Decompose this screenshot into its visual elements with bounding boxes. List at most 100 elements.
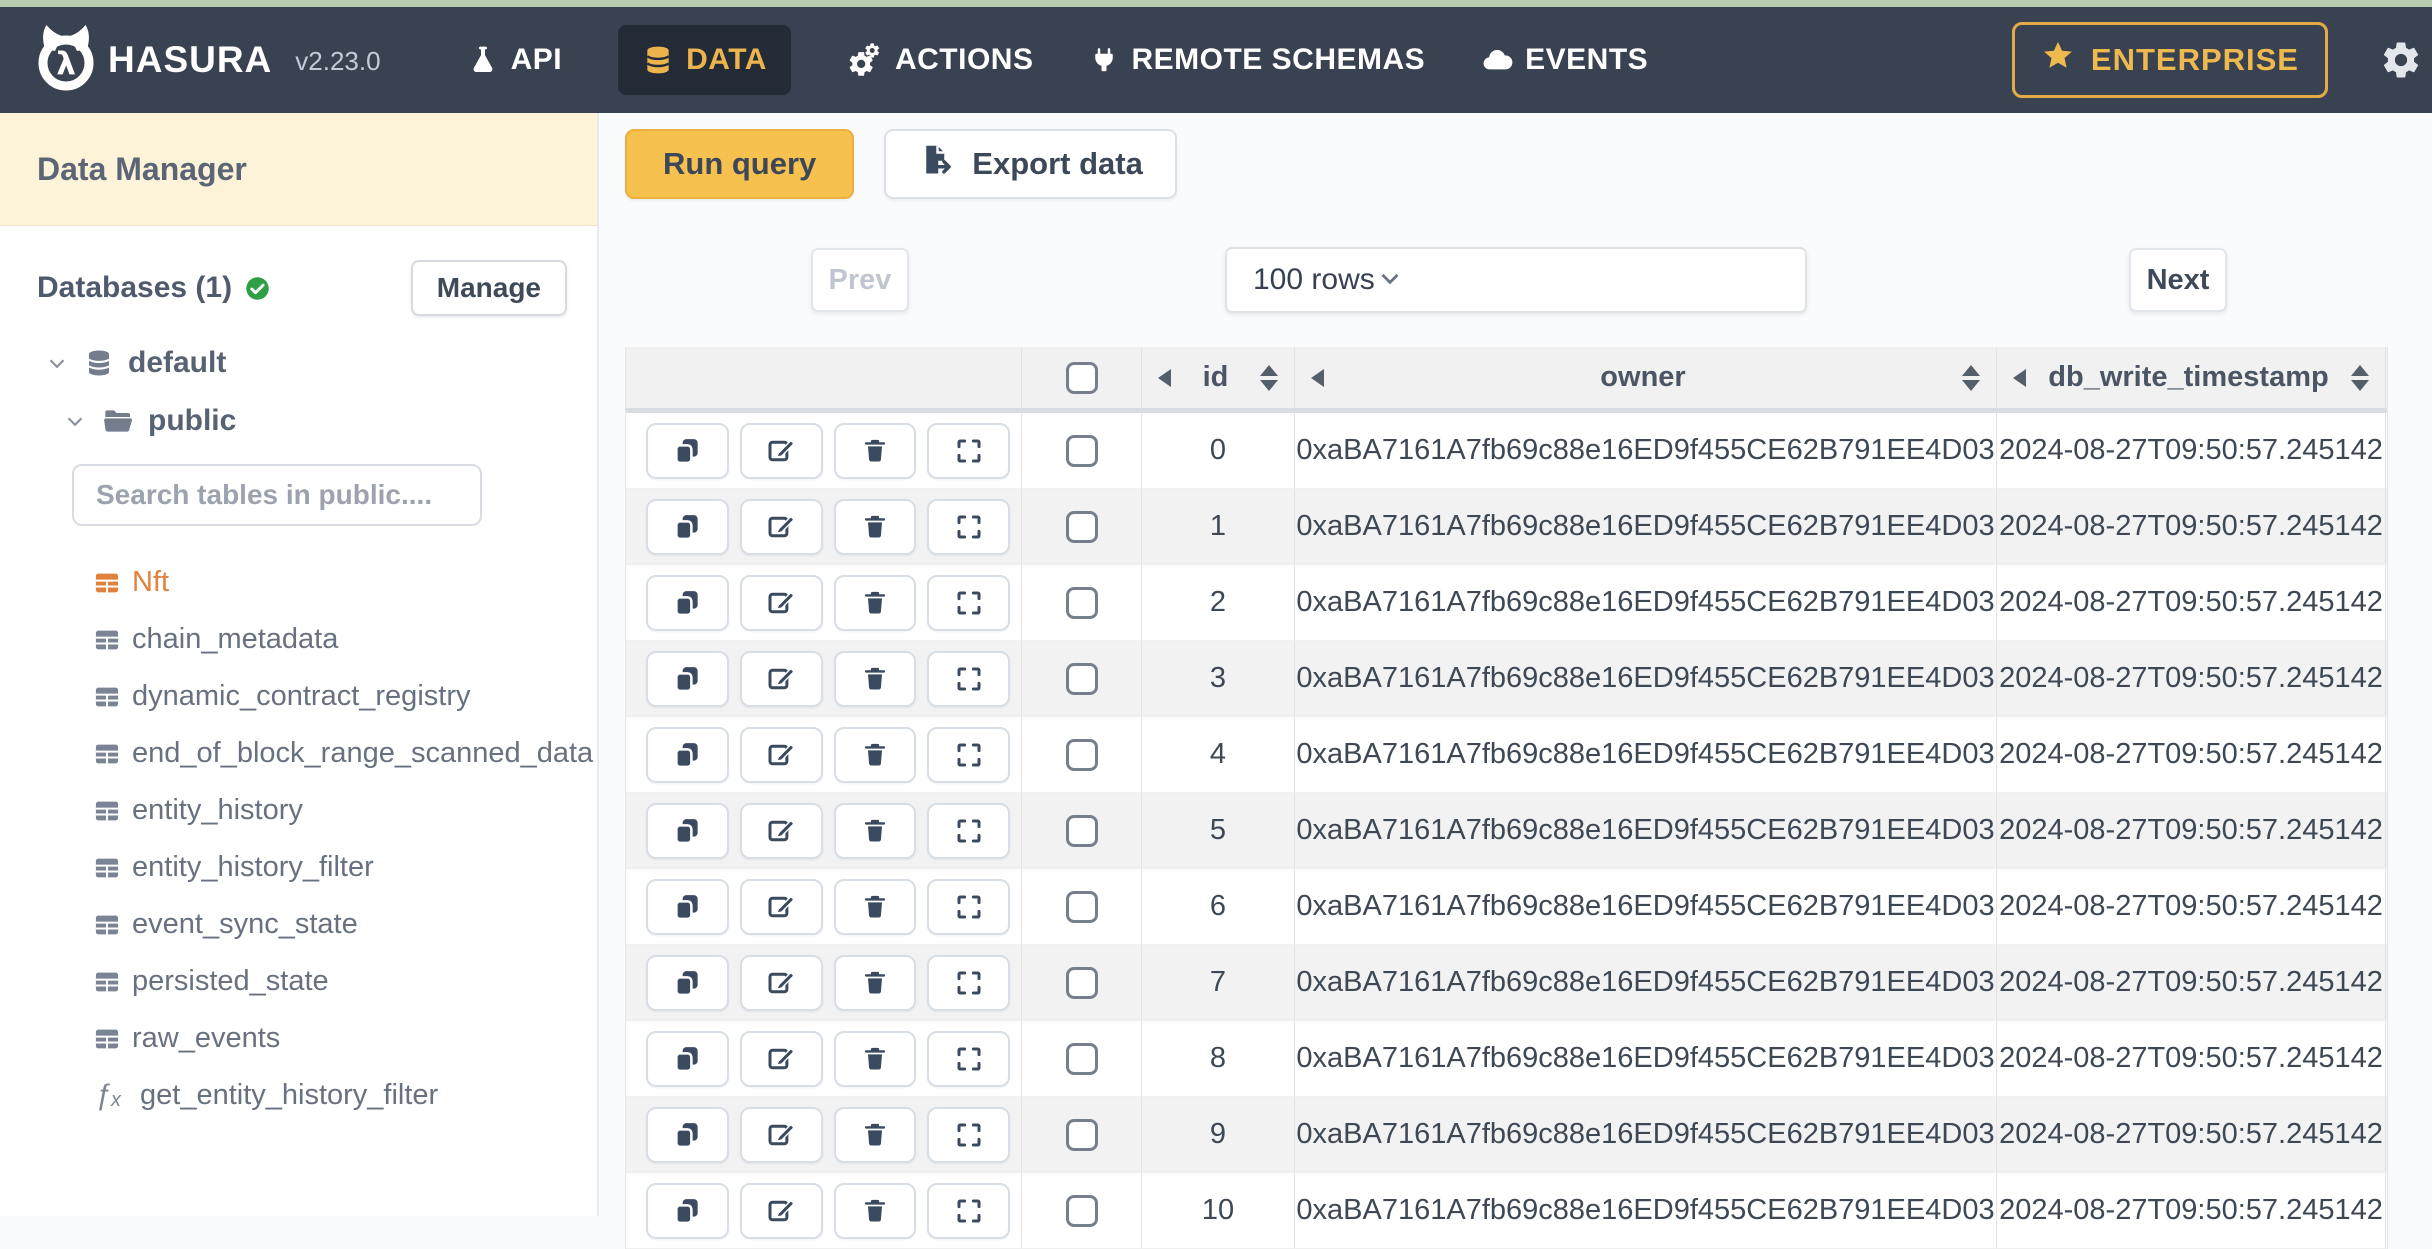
- row-checkbox[interactable]: [1065, 1042, 1098, 1075]
- clone-row-button[interactable]: [646, 1106, 729, 1163]
- delete-row-button[interactable]: [833, 1030, 917, 1087]
- clone-row-button[interactable]: [646, 1030, 729, 1087]
- column-header-owner[interactable]: owner: [1295, 347, 1997, 408]
- clone-row-button[interactable]: [646, 1182, 729, 1239]
- row-checkbox[interactable]: [1065, 510, 1098, 543]
- row-checkbox[interactable]: [1065, 814, 1098, 847]
- enterprise-button[interactable]: ENTERPRISE: [2011, 22, 2328, 98]
- row-checkbox[interactable]: [1065, 586, 1098, 619]
- edit-row-button[interactable]: [739, 422, 823, 479]
- edit-row-button[interactable]: [739, 1030, 823, 1087]
- settings-gear-icon[interactable]: [2380, 39, 2422, 81]
- next-page-button[interactable]: Next: [2129, 248, 2227, 312]
- delete-row-button[interactable]: [833, 498, 917, 555]
- sidebar-table-item-chain_metadata[interactable]: chain_metadata: [0, 611, 597, 668]
- edit-row-button[interactable]: [739, 954, 823, 1011]
- row-checkbox[interactable]: [1065, 434, 1098, 467]
- sidebar-table-item-entity_history_filter[interactable]: entity_history_filter: [0, 839, 597, 896]
- column-freeze-icon[interactable]: [2013, 368, 2026, 387]
- edit-row-button[interactable]: [739, 802, 823, 859]
- expand-row-button[interactable]: [927, 802, 1010, 859]
- column-header-id[interactable]: id: [1142, 347, 1295, 408]
- sidebar-table-item-dynamic_contract_registry[interactable]: dynamic_contract_registry: [0, 668, 597, 725]
- delete-row-button[interactable]: [833, 422, 917, 479]
- delete-row-button[interactable]: [833, 1182, 917, 1239]
- table-icon: [93, 569, 121, 597]
- cell-id: 6: [1142, 869, 1295, 944]
- chevron-down-icon[interactable]: [62, 408, 88, 434]
- version-label[interactable]: v2.23.0: [295, 46, 380, 77]
- expand-row-button[interactable]: [927, 878, 1010, 935]
- table-search-input[interactable]: [72, 464, 482, 526]
- nav-item-data[interactable]: DATA: [618, 25, 791, 95]
- sidebar-table-item-end_of_block_range_scanned_data[interactable]: end_of_block_range_scanned_data: [0, 725, 597, 782]
- row-checkbox[interactable]: [1065, 1194, 1098, 1227]
- expand-row-button[interactable]: [927, 1182, 1010, 1239]
- clone-row-button[interactable]: [646, 954, 729, 1011]
- edit-row-button[interactable]: [739, 878, 823, 935]
- nav-item-api[interactable]: API: [467, 43, 563, 77]
- manage-button[interactable]: Manage: [410, 260, 567, 316]
- row-checkbox[interactable]: [1065, 966, 1098, 999]
- delete-row-button[interactable]: [833, 574, 917, 631]
- sort-icon[interactable]: [2351, 364, 2369, 391]
- export-data-button[interactable]: Export data: [884, 129, 1177, 199]
- edit-row-button[interactable]: [739, 726, 823, 783]
- column-freeze-icon[interactable]: [1158, 368, 1171, 387]
- expand-row-button[interactable]: [927, 422, 1010, 479]
- nav-item-actions[interactable]: ACTIONS: [847, 42, 1034, 78]
- edit-row-button[interactable]: [739, 650, 823, 707]
- row-checkbox[interactable]: [1065, 890, 1098, 923]
- delete-row-button[interactable]: [833, 954, 917, 1011]
- chevron-down-icon[interactable]: [44, 350, 70, 376]
- expand-row-button[interactable]: [927, 1030, 1010, 1087]
- nav-item-events[interactable]: EVENTS: [1481, 43, 1648, 77]
- nav-item-remote-schemas[interactable]: REMOTE SCHEMAS: [1089, 43, 1425, 77]
- sidebar-table-item-persisted_state[interactable]: persisted_state: [0, 953, 597, 1010]
- edit-row-button[interactable]: [739, 1182, 823, 1239]
- delete-row-button[interactable]: [833, 726, 917, 783]
- row-checkbox[interactable]: [1065, 1118, 1098, 1151]
- clone-row-button[interactable]: [646, 878, 729, 935]
- edit-row-button[interactable]: [739, 498, 823, 555]
- clone-row-button[interactable]: [646, 802, 729, 859]
- edit-row-button[interactable]: [739, 574, 823, 631]
- table-row: 7 0xaBA7161A7fb69c88e16ED9f455CE62B791EE…: [626, 945, 2387, 1021]
- run-query-button[interactable]: Run query: [625, 129, 855, 199]
- expand-row-button[interactable]: [927, 650, 1010, 707]
- expand-row-button[interactable]: [927, 1106, 1010, 1163]
- hasura-logo[interactable]: λ HASURA v2.23.0: [33, 23, 381, 98]
- clone-row-button[interactable]: [646, 574, 729, 631]
- row-actions-cell: [626, 1173, 1022, 1248]
- expand-row-button[interactable]: [927, 574, 1010, 631]
- sidebar-table-item-Nft[interactable]: Nft: [0, 554, 597, 611]
- delete-row-button[interactable]: [833, 650, 917, 707]
- sidebar-table-item-event_sync_state[interactable]: event_sync_state: [0, 896, 597, 953]
- delete-row-button[interactable]: [833, 802, 917, 859]
- clone-row-button[interactable]: [646, 422, 729, 479]
- rows-per-page-select[interactable]: 100 rows: [1225, 247, 1807, 313]
- sidebar-function-item-get_entity_history_filter[interactable]: ƒₓ get_entity_history_filter: [0, 1067, 597, 1124]
- expand-row-button[interactable]: [927, 954, 1010, 1011]
- clone-row-button[interactable]: [646, 726, 729, 783]
- row-actions-cell: [626, 565, 1022, 640]
- edit-row-button[interactable]: [739, 1106, 823, 1163]
- select-all-checkbox[interactable]: [1065, 361, 1098, 394]
- clone-row-button[interactable]: [646, 650, 729, 707]
- row-checkbox[interactable]: [1065, 738, 1098, 771]
- tree-item-default-database[interactable]: default: [44, 346, 597, 380]
- sort-icon[interactable]: [1260, 364, 1278, 391]
- sidebar-table-item-raw_events[interactable]: raw_events: [0, 1010, 597, 1067]
- delete-row-button[interactable]: [833, 1106, 917, 1163]
- sidebar-table-item-entity_history[interactable]: entity_history: [0, 782, 597, 839]
- clone-row-button[interactable]: [646, 498, 729, 555]
- delete-row-button[interactable]: [833, 878, 917, 935]
- column-header-db_write_timestamp[interactable]: db_write_timestamp: [1997, 347, 2386, 408]
- expand-row-button[interactable]: [927, 726, 1010, 783]
- tree-item-public-schema[interactable]: public: [62, 404, 597, 438]
- prev-page-button[interactable]: Prev: [811, 248, 909, 312]
- row-checkbox[interactable]: [1065, 662, 1098, 695]
- expand-row-button[interactable]: [927, 498, 1010, 555]
- column-freeze-icon[interactable]: [1311, 368, 1324, 387]
- sort-icon[interactable]: [1962, 364, 1980, 391]
